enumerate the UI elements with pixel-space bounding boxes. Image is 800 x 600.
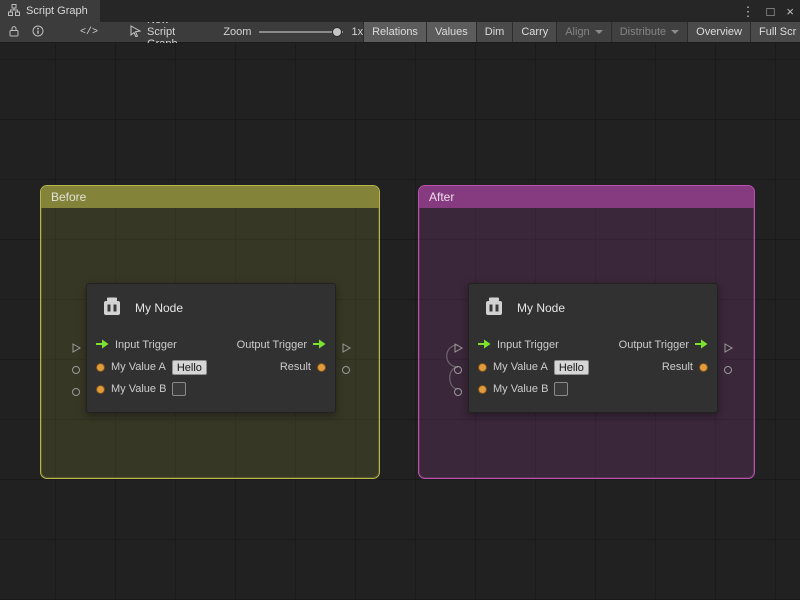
- value-b-input[interactable]: [554, 382, 568, 396]
- group-after-title: After: [429, 190, 454, 204]
- value-a-port[interactable]: [478, 363, 487, 372]
- overview-button[interactable]: Overview: [687, 22, 750, 42]
- input-trigger-label: Input Trigger: [497, 339, 559, 351]
- relations-button[interactable]: Relations: [363, 22, 426, 42]
- result-label: Result: [662, 361, 693, 373]
- input-trigger-label: Input Trigger: [115, 339, 177, 351]
- my-node-after[interactable]: My Node Input Trigger Output Trigger: [468, 283, 718, 413]
- maximize-icon[interactable]: □: [767, 5, 775, 18]
- my-node-before[interactable]: My Node Input Trigger Output Trigger: [86, 283, 336, 413]
- carry-button[interactable]: Carry: [512, 22, 556, 42]
- zoom-slider-knob[interactable]: [332, 27, 342, 37]
- output-trigger-port[interactable]: [695, 339, 708, 352]
- outer-result-port[interactable]: [723, 362, 733, 372]
- value-a-label: My Value A: [111, 361, 166, 373]
- node-title: My Node: [135, 301, 183, 315]
- outer-result-port[interactable]: [341, 362, 351, 372]
- outer-flow-out-port[interactable]: [341, 340, 351, 350]
- outer-value-a-port[interactable]: [453, 362, 463, 372]
- result-port[interactable]: [699, 363, 708, 372]
- lock-icon[interactable]: [8, 25, 20, 40]
- script-graph-icon: [8, 4, 20, 19]
- zoom-slider[interactable]: [259, 31, 343, 33]
- graph-pointer-icon: [130, 25, 141, 40]
- distribute-dropdown[interactable]: Distribute: [611, 22, 687, 42]
- close-icon[interactable]: ×: [786, 5, 794, 18]
- value-a-label: My Value A: [493, 361, 548, 373]
- tab-script-graph[interactable]: Script Graph: [0, 0, 100, 22]
- window-menu-icon[interactable]: ⋮: [742, 5, 755, 18]
- value-b-label: My Value B: [111, 383, 166, 395]
- info-icon[interactable]: [32, 25, 44, 40]
- output-trigger-port[interactable]: [313, 339, 326, 352]
- output-trigger-label: Output Trigger: [619, 339, 689, 351]
- tab-bar: Script Graph ⋮ □ ×: [0, 0, 800, 22]
- value-b-port[interactable]: [478, 385, 487, 394]
- group-after-header[interactable]: After: [419, 186, 754, 208]
- group-after[interactable]: After My Node: [418, 185, 755, 479]
- result-label: Result: [280, 361, 311, 373]
- node-icon: [481, 295, 507, 321]
- value-b-port[interactable]: [96, 385, 105, 394]
- outer-value-a-port[interactable]: [71, 362, 81, 372]
- value-b-label: My Value B: [493, 383, 548, 395]
- value-a-input[interactable]: Hello: [172, 360, 207, 375]
- values-button[interactable]: Values: [426, 22, 476, 42]
- value-a-input[interactable]: Hello: [554, 360, 589, 375]
- group-before-header[interactable]: Before: [41, 186, 379, 208]
- code-icon[interactable]: </>: [74, 25, 104, 40]
- node-title: My Node: [517, 301, 565, 315]
- dim-button[interactable]: Dim: [476, 22, 513, 42]
- node-icon: [99, 295, 125, 321]
- fullscreen-button[interactable]: Full Scr: [750, 22, 800, 42]
- graph-canvas[interactable]: Before My Node: [0, 43, 800, 600]
- zoom-value: 1x: [351, 26, 363, 38]
- value-a-port[interactable]: [96, 363, 105, 372]
- outer-value-b-port[interactable]: [71, 384, 81, 394]
- value-b-input[interactable]: [172, 382, 186, 396]
- group-before[interactable]: Before My Node: [40, 185, 380, 479]
- outer-flow-out-port[interactable]: [723, 340, 733, 350]
- toolbar: </> New Script Graph Zoom 1x Relations V…: [0, 22, 800, 43]
- group-before-title: Before: [51, 190, 86, 204]
- result-port[interactable]: [317, 363, 326, 372]
- outer-flow-in-port[interactable]: [71, 340, 81, 350]
- align-dropdown[interactable]: Align: [556, 22, 610, 42]
- input-trigger-port[interactable]: [478, 339, 491, 352]
- input-trigger-port[interactable]: [96, 339, 109, 352]
- zoom-label: Zoom: [223, 26, 251, 38]
- outer-flow-in-port[interactable]: [453, 340, 463, 350]
- outer-value-b-port[interactable]: [453, 384, 463, 394]
- output-trigger-label: Output Trigger: [237, 339, 307, 351]
- tab-title: Script Graph: [26, 5, 88, 17]
